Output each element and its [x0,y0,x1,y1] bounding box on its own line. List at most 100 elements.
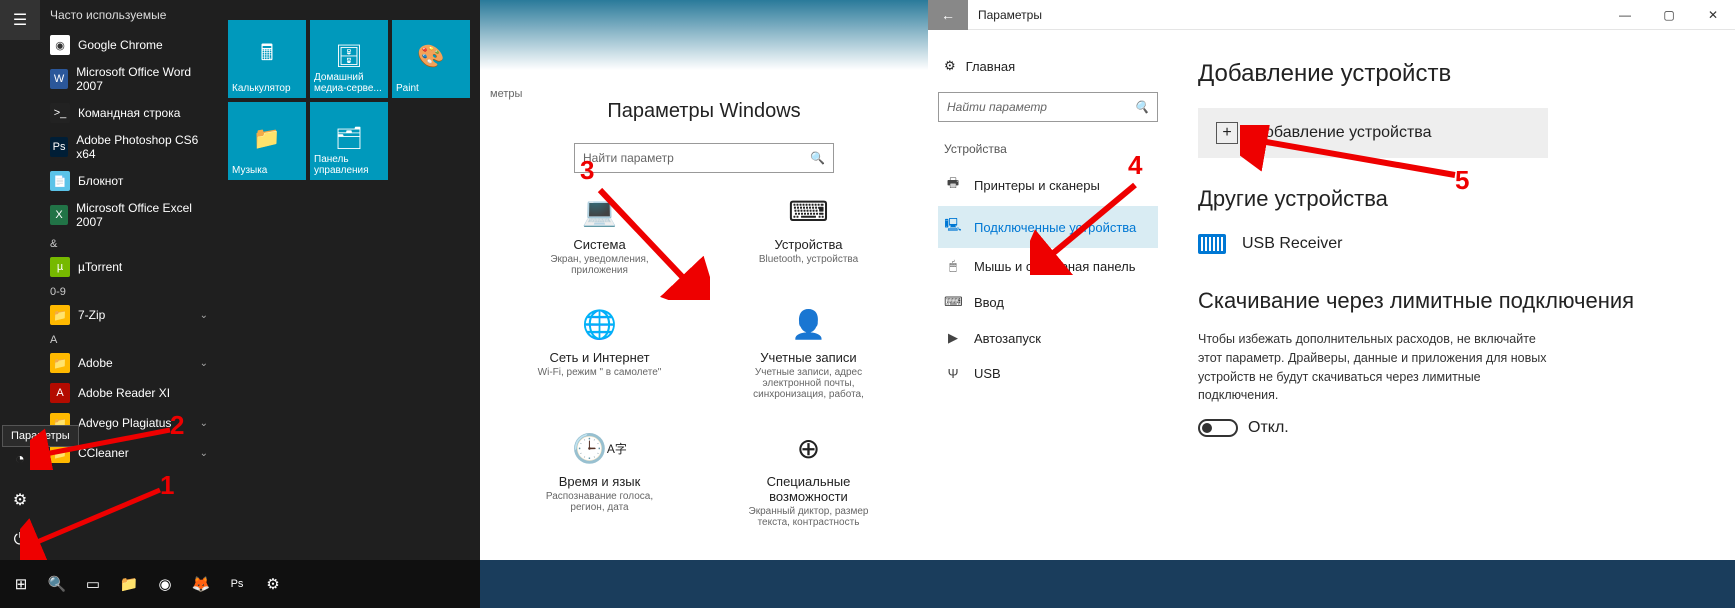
plus-icon: + [1216,122,1238,144]
window-title: Параметры [968,8,1603,22]
taskbar-app-photoshop[interactable]: Ps [220,567,254,601]
category-accounts[interactable]: 👤Учетные записиУчетные записи, адрес эле… [744,306,874,400]
usb-receiver-icon [1198,234,1226,254]
annotation-arrow-5 [1240,125,1470,185]
sidebar-item-autoplay[interactable]: ▶Автозапуск [938,320,1158,356]
start-menu-panel: ☰ ◔ ⚙ ⏻ Часто используемые ◉Google Chrom… [0,0,480,560]
device-settings-sidebar: ⚙Главная Найти параметр🔍 Устройства 🖶При… [928,30,1178,560]
device-label: USB Receiver [1242,235,1342,253]
app-item[interactable]: >_Командная строка [40,98,218,128]
cat-title: Сеть и Интернет [535,350,665,365]
annotation-1: 1 [160,470,174,501]
app-item[interactable]: XMicrosoft Office Excel 2007 [40,196,218,234]
task-view-icon[interactable]: ▭ [76,567,110,601]
search-icon: 🔍 [1134,100,1149,114]
keyboard-icon: ⌨ [944,294,962,310]
annotation-arrow-2 [30,420,180,470]
cat-title: Учетные записи [744,350,874,365]
start-app-list: Часто используемые ◉Google Chrome WMicro… [40,0,218,560]
sidebar-home[interactable]: ⚙ Главная [938,50,1158,82]
app-label: Adobe [78,356,113,370]
hamburger-button[interactable]: ☰ [0,0,40,40]
start-button[interactable]: ⊞ [4,567,38,601]
tile-calculator[interactable]: 🖩Калькулятор [228,20,306,98]
metered-description: Чтобы избежать дополнительных расходов, … [1198,330,1558,405]
cat-title: Специальные возможности [744,474,874,504]
taskbar-app-firefox[interactable]: 🦊 [184,567,218,601]
app-item[interactable]: 📄Блокнот [40,166,218,196]
metered-toggle[interactable]: Откл. [1198,419,1695,437]
annotation-5: 5 [1455,165,1469,196]
gear-icon: ⚙ [944,58,956,74]
tile-paint[interactable]: 🎨 Paint [392,20,470,98]
app-label: Microsoft Office Excel 2007 [76,201,208,229]
sidebar-header: Устройства [938,142,1158,156]
settings-home-title: Параметры Windows [480,100,928,123]
sidebar-label: Ввод [974,295,1004,310]
tile-label: Paint [396,83,466,94]
search-icon: 🔍 [810,151,825,165]
start-left-rail: ☰ ◔ ⚙ ⏻ [0,0,40,560]
sidebar-item-typing[interactable]: ⌨ Ввод [938,284,1158,320]
settings-search-input[interactable]: Найти параметр 🔍 [574,143,834,173]
settings-breadcrumb-fragment: метры [490,88,522,100]
heading-add-devices: Добавление устройств [1198,60,1695,88]
maximize-button[interactable]: ▢ [1647,0,1691,30]
back-button[interactable]: ← [928,0,968,30]
app-item[interactable]: WMicrosoft Office Word 2007 [40,60,218,98]
cat-sub: Распознавание голоса, регион, дата [535,491,665,513]
app-item[interactable]: µµTorrent [40,252,218,282]
search-placeholder: Найти параметр [947,100,1047,114]
calculator-icon: 🖩 [260,36,273,74]
app-folder[interactable]: 📁7-Zip⌄ [40,300,218,330]
server-icon: 🗄 [335,43,363,69]
person-icon: 👤 [744,306,874,342]
search-icon[interactable]: 🔍 [40,567,74,601]
close-button[interactable]: ✕ [1691,0,1735,30]
start-list-header: Часто используемые [40,0,218,30]
tile-control-panel[interactable]: 🗂 Панель управления [310,102,388,180]
app-label: Microsoft Office Word 2007 [76,65,208,93]
home-label: Главная [966,59,1015,74]
globe-icon: 🌐 [535,306,665,342]
category-network[interactable]: 🌐Сеть и ИнтернетWi-Fi, режим " в самолет… [535,306,665,400]
palette-icon: 🎨 [417,43,444,69]
app-label: Командная строка [78,106,180,120]
minimize-button[interactable]: — [1603,0,1647,30]
letter-divider: A [40,330,218,348]
heading-other-devices: Другие устройства [1198,186,1695,212]
heading-metered: Скачивание через лимитные подключения [1198,288,1695,314]
category-time-language[interactable]: 🕒A字Время и языкРаспознавание голоса, рег… [535,430,665,528]
annotation-arrow-3 [590,180,710,300]
sidebar-search-input[interactable]: Найти параметр 🔍 [938,92,1158,122]
usb-icon: Ψ [944,366,962,381]
app-item[interactable]: AAdobe Reader XI [40,378,218,408]
cat-title: Время и язык [535,474,665,489]
taskbar-app-chrome[interactable]: ◉ [148,567,182,601]
tile-media-server[interactable]: 🗄 Домашний медиа-серве... [310,20,388,98]
app-label: 7-Zip [78,308,105,322]
category-devices[interactable]: ⌨УстройстваBluetooth, устройства [744,193,874,276]
device-settings-panel: ← Параметры — ▢ ✕ ⚙ Главная Найти парамет… [928,0,1735,560]
taskbar-app-explorer[interactable]: 📁 [112,567,146,601]
control-panel-icon: 🗂 [335,125,363,151]
settings-header-bg [480,0,928,70]
start-tiles: 🖩Калькулятор 🗄 Домашний медиа-серве... 🎨 P… [218,0,480,560]
app-label: µTorrent [78,260,122,274]
tile-music[interactable]: 📁Музыка [228,102,306,180]
app-folder[interactable]: 📁Adobe⌄ [40,348,218,378]
tile-label: Панель управления [314,154,384,176]
tile-label: Домашний медиа-серве... [314,72,384,94]
sidebar-label: USB [974,366,1001,381]
printer-icon: 🖶 [944,174,962,196]
app-label: Adobe Photoshop CS6 x64 [76,133,208,161]
app-item[interactable]: ◉Google Chrome [40,30,218,60]
taskbar-app-settings[interactable]: ⚙ [256,567,290,601]
device-list-item[interactable]: USB Receiver [1198,228,1695,260]
app-item[interactable]: PsAdobe Photoshop CS6 x64 [40,128,218,166]
category-ease-of-access[interactable]: ⊕Специальные возможностиЭкранный диктор,… [744,430,874,528]
sidebar-item-usb[interactable]: Ψ USB [938,356,1158,391]
accessibility-icon: ⊕ [744,430,874,466]
devices-icon: ⌨ [744,193,874,229]
annotation-arrow-4 [1030,175,1150,275]
